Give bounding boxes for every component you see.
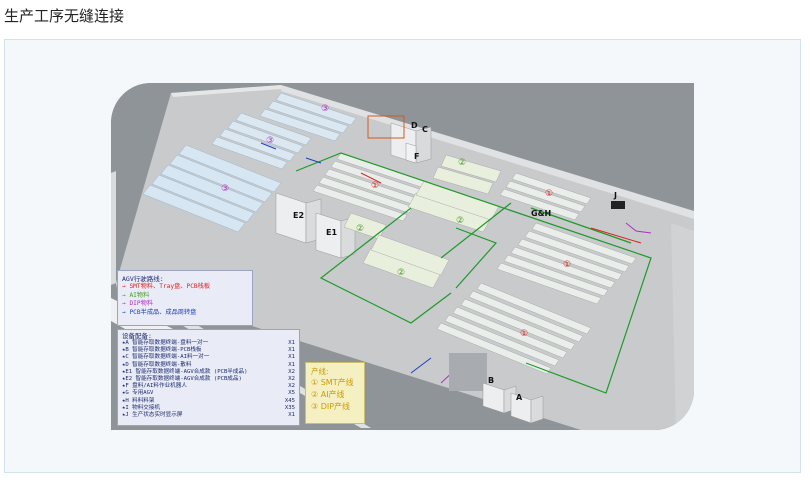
agv-route-pcb: → PCB半成品、成品周转盘	[122, 308, 197, 316]
label-zone-e2: E2	[293, 211, 304, 220]
equipment-title: 设备配备:	[122, 332, 152, 340]
line-marker-smt: ①	[520, 329, 528, 339]
agv-route-title: AGV行驶路线:	[122, 275, 164, 283]
equipment-row: ★D 智能存取数据终端-散料 X1	[122, 361, 295, 368]
line-marker-dip: ③	[321, 104, 329, 114]
line-marker-dip: ③	[266, 136, 274, 146]
production-line-legend: 产线: ① SMT产线 ② AI产线 ③ DIP产线	[305, 362, 365, 424]
wall-left-side	[111, 171, 116, 285]
equipment-row: ★G 专用AGV X5	[122, 390, 295, 397]
production-line-ai: ② AI产线	[311, 390, 345, 399]
label-zone-c: C	[422, 125, 428, 134]
page-title: 生产工序无缝连接	[4, 7, 125, 25]
line-marker-ai: ②	[397, 268, 405, 278]
equipment-row: ★J 生产状态实时显示屏 X1	[122, 412, 295, 419]
equipment-legend: 设备配备: ★A 智能存取数据终端-盘料一对一 X1 ★B 智能存取数据终端-PC…	[117, 329, 300, 426]
display-screen-j	[611, 201, 625, 209]
agv-route-smt: → SMT物料、Tray盘、PCB栈板	[122, 283, 211, 290]
production-line-title: 产线:	[311, 367, 329, 376]
label-zone-a: A	[516, 393, 523, 402]
production-line-dip: ③ DIP产线	[311, 402, 351, 411]
line-marker-smt: ①	[371, 181, 379, 191]
equipment-row: ★I 物料交接机 X35	[122, 404, 295, 411]
line-marker-ai: ②	[356, 224, 364, 234]
equipment-row: ★H 料料料架 X45	[122, 397, 295, 404]
line-marker-smt: ①	[563, 260, 571, 270]
line-marker-ai: ②	[458, 158, 466, 168]
equipment-row: ★E1 智能存取数据终端-AGV合成款 (PCB半成品) X2	[122, 368, 295, 375]
line-marker-smt: ①	[545, 189, 553, 199]
agv-route-legend: AGV行驶路线: → SMT物料、Tray盘、PCB栈板 → AI物料 → DI…	[117, 270, 253, 326]
label-zone-f: F	[414, 152, 419, 161]
agv-route-ai: → AI物料	[122, 291, 150, 299]
label-zone-j: J	[613, 191, 617, 200]
equipment-row: ★C 智能存取数据终端-AI料一对一 X1	[122, 354, 295, 361]
line-marker-dip: ③	[221, 184, 229, 194]
label-zone-gh: G&H	[531, 209, 551, 218]
line-marker-ai: ②	[456, 216, 464, 226]
label-zone-d: D	[411, 121, 418, 130]
label-zone-b: B	[488, 376, 494, 385]
label-zone-e1: E1	[326, 228, 337, 237]
agv-route-dip: → DIP物料	[122, 300, 154, 308]
production-line-smt: ① SMT产线	[311, 378, 354, 387]
